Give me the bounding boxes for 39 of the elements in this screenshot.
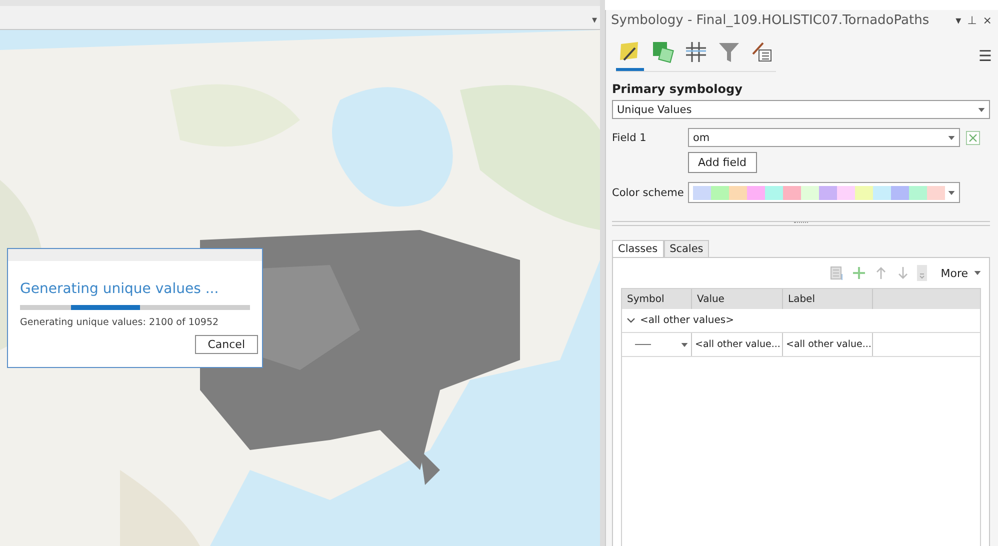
table-cell: <all other value...	[783, 333, 873, 356]
symbology-dropdown[interactable]: Unique Values	[612, 100, 990, 119]
column-header[interactable]: Label	[783, 289, 873, 309]
caret-icon	[948, 190, 955, 194]
add-classes-icon[interactable]	[828, 265, 845, 281]
sort-icon[interactable]	[916, 265, 927, 281]
progress-message: Generating unique values: 2100 of 10952	[20, 317, 220, 328]
column-header[interactable]: Value	[692, 289, 783, 309]
options-caret[interactable]: ▾	[956, 14, 962, 27]
pane-title: Symbology - Final_109.HOLISTIC07.TornadoPaths	[611, 13, 930, 28]
table-cell: <all other value...	[692, 333, 783, 356]
dialog-title: Generating unique values ...	[20, 281, 220, 297]
splitter-grip[interactable]	[794, 222, 808, 225]
color-scheme-dropdown[interactable]	[688, 182, 960, 203]
more-menu[interactable]: More	[940, 266, 981, 280]
caret-icon	[978, 108, 985, 112]
clear-field-icon[interactable]	[966, 130, 980, 144]
add-field-button[interactable]: Add field	[688, 152, 757, 173]
tab[interactable]: Scales	[664, 240, 710, 257]
caret-icon	[974, 271, 981, 275]
color-scheme-label: Color scheme	[612, 186, 685, 198]
column-header[interactable]: Symbol	[622, 289, 692, 309]
chevron-icon[interactable]	[627, 318, 635, 323]
caret-icon	[948, 136, 955, 140]
brush-icon[interactable]	[616, 40, 644, 71]
group-label: <all other values>	[640, 315, 734, 326]
field-label: Field 1	[612, 132, 648, 144]
tab[interactable]: Classes	[612, 240, 664, 257]
plus-icon[interactable]	[850, 265, 867, 281]
pin-icon[interactable]: ⊥	[967, 14, 977, 27]
cancel-button[interactable]: Cancel	[194, 335, 258, 354]
menu-icon[interactable]: ☰	[978, 47, 992, 65]
caret-icon	[681, 342, 688, 346]
close-button[interactable]: ×	[982, 14, 992, 27]
section-heading: Primary symbology	[612, 82, 744, 96]
line-symbol-icon	[635, 344, 651, 345]
field-dropdown[interactable]: om	[688, 128, 960, 147]
group-row[interactable]: <all other values>	[622, 309, 980, 333]
menu-caret[interactable]: ▾	[592, 16, 597, 26]
